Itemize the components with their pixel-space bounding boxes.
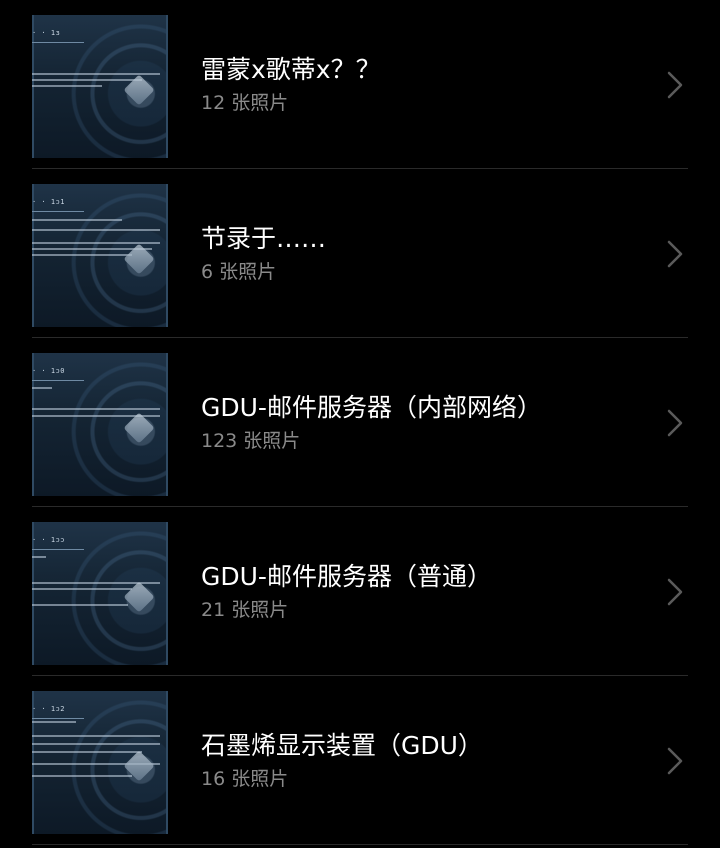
album-title: GDU-邮件服务器（普通） xyxy=(201,561,492,591)
album-thumbnail: · · 1ɔ2 xyxy=(32,691,168,834)
album-list: · · 1ɜ 雷蒙x歌蒂x？？ 12 张照片 · · 1ɔ1 节录于…… 6 张… xyxy=(0,0,720,848)
thumbnail-caption: · · 1ɔ0 xyxy=(32,367,66,375)
album-item[interactable]: · · 1ɔ0 GDU-邮件服务器（内部网络） 123 张照片 xyxy=(0,338,720,507)
album-thumbnail: · · 1ɔ1 xyxy=(32,184,168,327)
thumbnail-caption: · · 1ɔ1 xyxy=(32,198,66,206)
album-thumbnail: · · 1ɔɔ xyxy=(32,522,168,665)
chevron-right-icon xyxy=(667,747,683,775)
album-photo-count: 123 张照片 xyxy=(201,429,301,452)
album-item[interactable]: · · 1ɔ2 石墨烯显示装置（GDU） 16 张照片 xyxy=(0,676,720,845)
divider xyxy=(32,844,688,845)
thumbnail-caption: · · 1ɔ2 xyxy=(32,705,66,713)
album-item[interactable]: · · 1ɔ1 节录于…… 6 张照片 xyxy=(0,169,720,338)
album-photo-count: 6 张照片 xyxy=(201,260,277,283)
album-thumbnail: · · 1ɜ xyxy=(32,15,168,158)
chevron-right-icon xyxy=(667,409,683,437)
album-photo-count: 16 张照片 xyxy=(201,767,289,790)
album-title: GDU-邮件服务器（内部网络） xyxy=(201,392,542,422)
album-photo-count: 21 张照片 xyxy=(201,598,289,621)
chevron-right-icon xyxy=(667,240,683,268)
album-item[interactable]: · · 1ɜ 雷蒙x歌蒂x？？ 12 张照片 xyxy=(0,0,720,169)
album-photo-count: 12 张照片 xyxy=(201,91,289,114)
album-item[interactable]: · · 1ɔɔ GDU-邮件服务器（普通） 21 张照片 xyxy=(0,507,720,676)
album-title: 石墨烯显示装置（GDU） xyxy=(201,730,483,760)
album-title: 节录于…… xyxy=(201,223,327,253)
thumbnail-caption: · · 1ɜ xyxy=(32,29,61,37)
chevron-right-icon xyxy=(667,578,683,606)
album-title: 雷蒙x歌蒂x？？ xyxy=(201,54,381,84)
thumbnail-caption: · · 1ɔɔ xyxy=(32,536,66,544)
album-thumbnail: · · 1ɔ0 xyxy=(32,353,168,496)
chevron-right-icon xyxy=(667,71,683,99)
